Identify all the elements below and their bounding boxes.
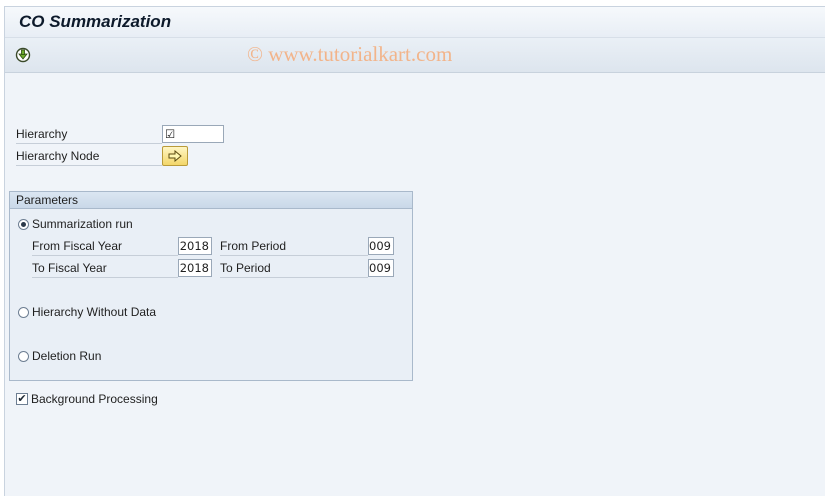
title-bar: CO Summarization [5, 7, 825, 38]
page-title: CO Summarization [19, 12, 172, 31]
to-period-input[interactable]: 009 [368, 259, 394, 277]
from-fiscal-year-label: From Fiscal Year [32, 239, 178, 256]
to-period-label: To Period [220, 261, 368, 278]
hierarchy-value: ☑ [165, 127, 176, 141]
deletion-run-radio[interactable] [18, 351, 29, 362]
to-fiscal-year-input[interactable]: 2018 [178, 259, 212, 277]
execute-icon [15, 47, 31, 63]
screen-area: CO Summarization © www.tutorialkart.com … [4, 6, 825, 496]
arrow-right-icon [168, 150, 182, 162]
parameters-group: Parameters Summarization run From Fiscal… [9, 191, 413, 381]
application-toolbar: © www.tutorialkart.com [5, 38, 825, 73]
from-period-label: From Period [220, 239, 368, 256]
hierarchy-without-data-radio[interactable] [18, 307, 29, 318]
parameters-title: Parameters [16, 193, 79, 207]
watermark-text: © www.tutorialkart.com [247, 42, 453, 66]
background-processing-checkbox[interactable]: ✔ [16, 393, 28, 405]
parameters-header: Parameters [10, 192, 412, 209]
background-processing-label: Background Processing [31, 392, 158, 406]
execute-button[interactable] [13, 45, 33, 65]
from-period-input[interactable]: 009 [368, 237, 394, 255]
summarization-run-radio[interactable] [18, 219, 29, 230]
to-fiscal-year-label: To Fiscal Year [32, 261, 178, 278]
hierarchy-label: Hierarchy [16, 127, 162, 144]
summarization-run-label: Summarization run [32, 217, 133, 231]
multiple-selection-button[interactable] [162, 146, 188, 166]
hierarchy-node-label: Hierarchy Node [16, 149, 162, 166]
hierarchy-field[interactable]: ☑ [162, 125, 224, 143]
from-fiscal-year-input[interactable]: 2018 [178, 237, 212, 255]
deletion-run-label: Deletion Run [32, 349, 102, 363]
hierarchy-without-data-label: Hierarchy Without Data [32, 305, 157, 319]
